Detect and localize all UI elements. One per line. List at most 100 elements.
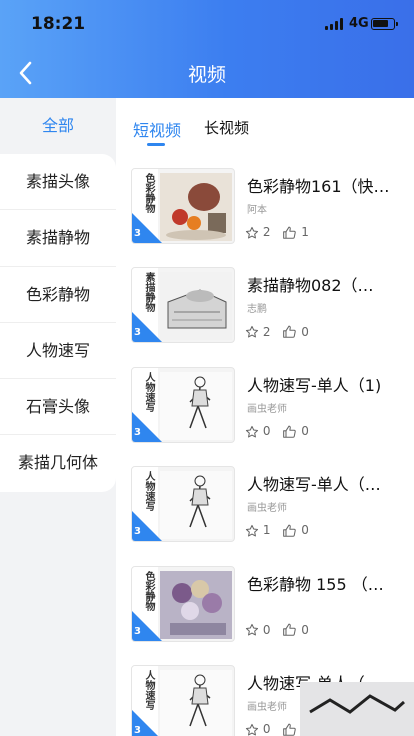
video-thumbnail[interactable]: 人物速写 3 [131, 466, 235, 543]
category-sidebar: 素描头像 素描静物 色彩静物 人物速写 石膏头像 素描几何体 [0, 154, 116, 492]
like-button[interactable]: 0 [282, 424, 309, 439]
video-author: 志鹏 [247, 304, 267, 316]
video-stats: 2 0 [245, 324, 321, 342]
star-icon [245, 326, 259, 338]
thumbnail-category-text: 色彩静物 [143, 173, 154, 213]
tab-long-video[interactable]: 长视频 [204, 117, 249, 138]
thumbnail-badge: 3 [134, 228, 141, 239]
video-title[interactable]: 人物速写-单人（1) [247, 372, 407, 396]
favorite-count: 0 [262, 622, 271, 637]
thumbnail-category-text: 人物速写 [143, 471, 154, 512]
video-item[interactable]: 人物速写 3 人物速写-单人（… 画虫老师 1 0 [116, 466, 414, 565]
floating-overlay [300, 682, 414, 736]
video-stats: 1 0 [245, 523, 321, 541]
video-stats: 2 1 [245, 225, 321, 243]
thumbs-up-icon [283, 524, 297, 537]
page-title: 视频 [187, 64, 226, 86]
video-stats: 0 0 [245, 623, 321, 641]
scribble-icon [309, 694, 405, 714]
thumbnail-badge: 3 [134, 625, 141, 637]
video-item[interactable]: 人物速写 3 人物速写-单人（1) 画虫老师 0 0 [116, 366, 414, 466]
like-count: 1 [301, 225, 309, 240]
battery-icon [371, 18, 398, 30]
video-title[interactable]: 人物速写-单人（… [247, 471, 407, 495]
artwork-image [160, 471, 232, 540]
thumbnail-badge: 3 [134, 526, 141, 538]
video-item[interactable]: 色彩静物 3 色彩静物161（快… 阿本 2 1 [116, 168, 414, 267]
favorite-count: 2 [262, 225, 271, 240]
artwork-image [160, 669, 232, 736]
category-item[interactable]: 素描几何体 [0, 435, 116, 491]
artwork-image [160, 173, 232, 241]
video-thumbnail[interactable]: 人物速写 3 [131, 366, 235, 443]
like-button[interactable]: 0 [282, 324, 309, 340]
video-title[interactable]: 色彩静物 155 （… [247, 571, 407, 595]
thumbnail-category-text: 人物速写 [143, 371, 154, 412]
like-button[interactable]: 1 [282, 225, 309, 240]
star-icon [245, 425, 259, 438]
thumbnail-badge: 3 [134, 327, 141, 339]
favorite-button[interactable]: 2 [245, 225, 270, 240]
category-item[interactable]: 色彩静物 [0, 267, 116, 323]
like-button[interactable]: 0 [282, 523, 309, 538]
app-header: 18:21 4G 视频 [0, 0, 414, 98]
like-button[interactable]: 0 [282, 622, 309, 638]
like-count: 0 [301, 523, 309, 538]
like-count: 0 [301, 424, 309, 439]
star-icon [245, 226, 259, 239]
thumbnail-category-text: 色彩静物 [143, 570, 154, 611]
like-count: 0 [301, 622, 309, 637]
tab-indicator [147, 143, 165, 146]
favorite-count: 1 [262, 523, 271, 538]
video-item[interactable]: 色彩静物 3 色彩静物 155 （… 0 0 [116, 565, 414, 665]
favorite-count: 2 [262, 324, 271, 339]
category-item[interactable]: 人物速写 [0, 323, 116, 380]
category-item[interactable]: 素描头像 [0, 154, 116, 211]
tab-short-video[interactable]: 短视频 [133, 117, 181, 141]
video-thumbnail[interactable]: 素描静物 3 [131, 267, 235, 344]
thumbs-up-icon [283, 623, 297, 637]
like-count: 0 [301, 324, 309, 339]
signal-icon [325, 18, 344, 30]
thumbs-up-icon [283, 325, 297, 338]
artwork-image [160, 371, 232, 440]
video-author: 画虫老师 [247, 503, 287, 515]
thumbs-up-icon [283, 226, 297, 239]
thumbnail-badge: 3 [134, 426, 141, 438]
video-title[interactable]: 色彩静物161（快… [247, 173, 407, 197]
video-author: 阿本 [247, 205, 267, 216]
favorite-button[interactable]: 0 [245, 424, 270, 439]
status-bar: 18:21 4G [0, 14, 414, 36]
video-thumbnail[interactable]: 色彩静物 3 [131, 565, 235, 642]
network-type: 4G [349, 16, 369, 31]
video-item[interactable]: 素描静物 3 素描静物082（… 志鹏 2 0 [116, 267, 414, 366]
category-item[interactable]: 素描静物 [0, 210, 116, 267]
video-title[interactable]: 素描静物082（… [247, 272, 407, 296]
thumbs-up-icon [283, 723, 297, 736]
video-author: 画虫老师 [247, 701, 287, 713]
video-author: 画虫老师 [247, 403, 287, 415]
video-stats: 0 0 [245, 424, 321, 442]
artwork-image [160, 570, 232, 639]
star-icon [245, 624, 259, 636]
favorite-button[interactable]: 0 [245, 623, 270, 638]
category-item[interactable]: 石膏头像 [0, 379, 116, 436]
favorite-button[interactable]: 1 [245, 523, 270, 538]
category-all[interactable]: 全部 [0, 98, 116, 154]
thumbnail-category-text: 人物速写 [143, 669, 154, 710]
video-list: 色彩静物 3 色彩静物161（快… 阿本 2 1 素描静物 3 素描静物082（… 志鹏 2 … [116, 168, 414, 736]
favorite-button[interactable]: 2 [245, 325, 270, 340]
favorite-count: 0 [262, 424, 271, 439]
video-thumbnail[interactable]: 人物速写 3 [131, 664, 235, 736]
status-time: 18:21 [31, 14, 86, 34]
favorite-count: 0 [262, 722, 271, 736]
video-tabs: 短视频 长视频 [116, 98, 414, 154]
video-content: 短视频 长视频 色彩静物 3 色彩静物161（快… 阿本 2 1 素描静物 3 素描静物08… [116, 98, 414, 736]
video-thumbnail[interactable]: 色彩静物 3 [131, 168, 235, 244]
star-icon [245, 524, 259, 537]
thumbnail-badge: 3 [134, 724, 141, 736]
favorite-button[interactable]: 0 [245, 722, 270, 736]
artwork-image [160, 272, 232, 341]
thumbs-up-icon [283, 425, 297, 438]
star-icon [245, 723, 259, 736]
